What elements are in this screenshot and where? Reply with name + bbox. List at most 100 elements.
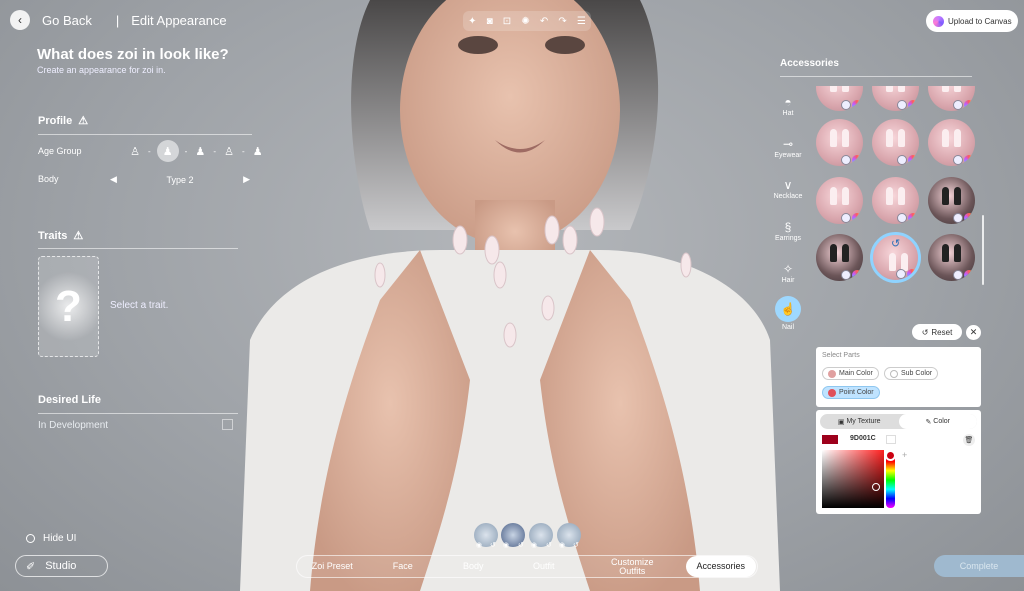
sub-color-chip[interactable]: Sub Color — [884, 367, 939, 380]
age-child-icon[interactable]: ♙ — [128, 144, 142, 158]
hide-ui-toggle[interactable]: Hide UI — [26, 533, 76, 544]
nail-icon: ☝ — [775, 296, 801, 322]
undo-icon[interactable]: ↺ — [573, 541, 579, 549]
category-label: Hat — [782, 110, 794, 117]
tab-my-texture[interactable]: ▣ My Texture — [820, 414, 899, 429]
nail-option[interactable] — [816, 234, 863, 281]
nail-option[interactable] — [928, 86, 975, 111]
select-parts-label: Select Parts — [822, 352, 860, 359]
hat-icon: ◓ — [784, 95, 792, 109]
sparkle-icon[interactable]: ✦ — [468, 16, 476, 27]
tab-accessories[interactable]: Accessories — [685, 556, 756, 577]
tab-color[interactable]: ✎ Color — [898, 414, 977, 429]
nail-option-selected[interactable]: ↺ — [870, 232, 921, 283]
back-button[interactable]: ‹ — [10, 10, 30, 30]
category-necklace[interactable]: ∨ Necklace — [772, 178, 804, 200]
nail-option[interactable] — [816, 119, 863, 166]
category-nail[interactable]: ☝ Nail — [772, 296, 804, 331]
profile-heading: Profile ⚠ — [38, 114, 88, 128]
category-hair[interactable]: ✧ Hair — [772, 262, 804, 284]
body-value: Type 2 — [166, 174, 194, 185]
nail-option[interactable] — [928, 234, 975, 281]
radio-icon — [26, 534, 35, 543]
picker-handle[interactable] — [872, 483, 880, 491]
traits-heading-label: Traits — [38, 229, 68, 242]
color-dot — [890, 369, 898, 378]
focus-icon[interactable]: ⊡ — [503, 16, 511, 27]
menu-icon[interactable]: ☰ — [577, 16, 586, 27]
page-subtitle: Create an appearance for zoi in. — [37, 65, 166, 75]
prev-arrow-icon[interactable]: ◀ — [110, 174, 117, 185]
body-label: Body — [38, 174, 59, 184]
tab-face[interactable]: Face — [368, 562, 439, 571]
nail-option[interactable] — [872, 177, 919, 224]
complete-button[interactable]: Complete — [934, 555, 1024, 577]
age-group-selector: ♙ - ♟ - ♟ - ♙ - ♟ — [128, 140, 265, 162]
nail-option[interactable] — [872, 119, 919, 166]
main-color-chip[interactable]: Main Color — [822, 367, 879, 380]
select-parts-panel: Select Parts Main Color Sub Color Point … — [816, 347, 981, 407]
back-label[interactable]: Go Back — [42, 13, 92, 28]
nail-option[interactable] — [872, 86, 919, 111]
close-button[interactable]: ✕ — [966, 325, 981, 340]
hue-handle[interactable] — [885, 450, 896, 461]
undo-icon[interactable]: ↺ — [546, 541, 552, 549]
reset-button[interactable]: ↺ Reset — [912, 324, 962, 340]
chip-label: Sub Color — [901, 370, 933, 377]
category-hat[interactable]: ◓ Hat — [772, 95, 804, 117]
hex-value[interactable]: 9D001C — [850, 435, 876, 442]
add-color-icon[interactable]: + — [902, 450, 907, 460]
divider — [780, 76, 972, 77]
section-title: Edit Appearance — [131, 12, 227, 28]
age-teen-icon[interactable]: ♟ — [156, 140, 179, 162]
palette-icon: ✎ — [925, 418, 934, 426]
category-label: Hair — [781, 277, 795, 284]
tab-outfit[interactable]: Outfit — [509, 562, 580, 571]
eye-icon[interactable]: ◉ — [531, 541, 537, 549]
eye-icon[interactable]: ◉ — [476, 541, 482, 549]
reset-icon: ↺ — [921, 327, 929, 337]
nail-option[interactable] — [928, 119, 975, 166]
pose-icon[interactable]: ✺ — [521, 16, 529, 27]
age-young-adult-icon[interactable]: ♟ — [193, 144, 207, 158]
upload-to-canvas-button[interactable]: Upload to Canvas — [926, 10, 1018, 32]
age-adult-icon[interactable]: ♙ — [222, 144, 236, 158]
undo-icon[interactable]: ↺ — [891, 237, 900, 250]
trash-icon[interactable]: 🗑 — [963, 434, 975, 446]
age-elder-icon[interactable]: ♟ — [251, 144, 265, 158]
color-panel: ▣ My Texture ✎ Color 9D001C 🗑 + — [816, 410, 981, 514]
undo-icon[interactable]: ↶ — [540, 16, 548, 27]
next-arrow-icon[interactable]: ▶ — [243, 174, 250, 185]
color-dot — [828, 369, 836, 378]
trait-slot[interactable]: ? — [38, 256, 99, 357]
eye-icon[interactable]: ◉ — [559, 541, 565, 549]
eye-icon[interactable]: ◉ — [503, 541, 509, 549]
scrollbar[interactable] — [982, 215, 984, 285]
divider — [38, 248, 238, 249]
point-color-chip[interactable]: Point Color — [822, 386, 880, 399]
edit-icon — [222, 419, 233, 430]
tab-label: My Texture — [846, 418, 881, 425]
undo-icon[interactable]: ↺ — [518, 541, 524, 549]
chip-label: Point Color — [839, 389, 874, 396]
profile-heading-label: Profile — [38, 114, 73, 127]
camera-icon[interactable]: ◙ — [487, 16, 493, 27]
nail-option[interactable] — [816, 86, 863, 111]
saved-color-swatch[interactable] — [886, 435, 896, 444]
desired-life-heading: Desired Life — [38, 394, 101, 406]
studio-button[interactable]: ✐ Studio — [15, 555, 108, 577]
category-earrings[interactable]: § Earrings — [772, 220, 804, 242]
redo-icon[interactable]: ↷ — [558, 16, 566, 27]
category-eyewear[interactable]: ⊸ Eyewear — [772, 137, 804, 159]
tab-zoi-preset[interactable]: Zoi Preset — [297, 562, 368, 571]
nail-option[interactable] — [816, 177, 863, 224]
undo-icon[interactable]: ↺ — [490, 541, 496, 549]
nail-grid: ↺ — [812, 86, 978, 286]
tab-customize-outfits[interactable]: Customize Outfits — [579, 557, 686, 576]
saturation-picker[interactable] — [822, 450, 884, 508]
page-title: What does zoi in look like? — [37, 46, 229, 63]
category-label: Necklace — [773, 193, 803, 200]
tab-body[interactable]: Body — [438, 562, 509, 571]
nail-option[interactable] — [928, 177, 975, 224]
current-color-swatch — [822, 435, 838, 444]
